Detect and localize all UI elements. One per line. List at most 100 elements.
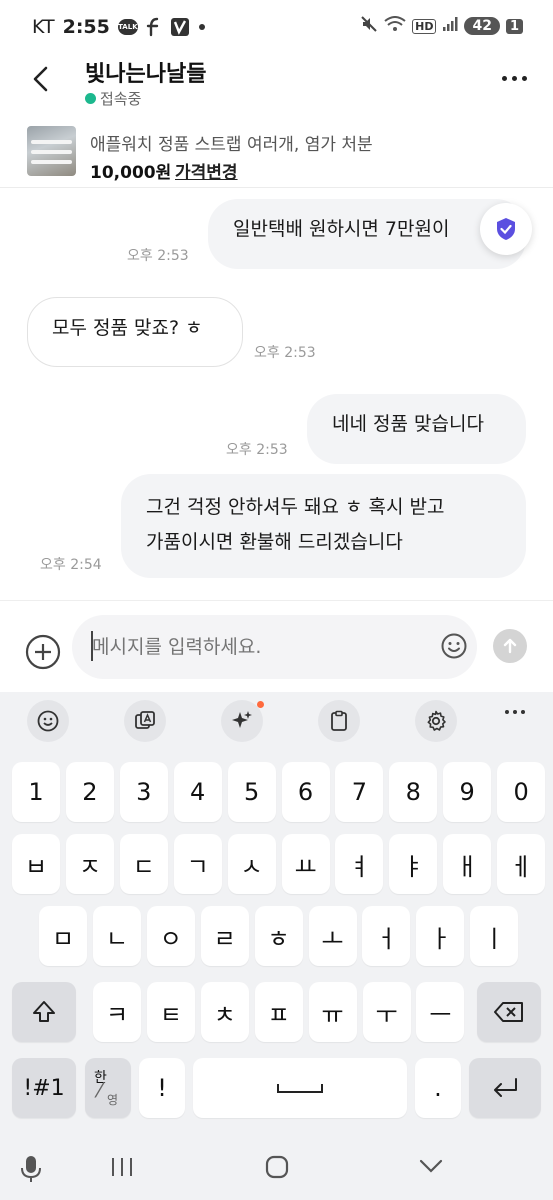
more-options-icon[interactable] [499,68,529,88]
hangul-key[interactable]: ㅡ [416,982,465,1042]
message-composer [0,600,553,692]
shift-key[interactable] [12,982,76,1042]
number-key[interactable]: 9 [443,762,492,822]
clipboard-icon[interactable] [318,700,360,742]
emoji-icon[interactable] [440,632,468,660]
wifi-icon [384,16,406,36]
shield-icon [497,218,515,240]
hangul-key[interactable]: ㄴ [92,906,141,966]
hangul-key[interactable]: ㅇ [146,906,195,966]
number-key[interactable]: 2 [65,762,114,822]
dot-icon [198,17,206,37]
keyboard-more-icon[interactable] [505,710,525,714]
hangul-key[interactable]: ㅎ [254,906,303,966]
battery-indicator: 42 [464,17,500,35]
hangul-key[interactable]: ㅈ [65,834,114,894]
hangul-key[interactable]: ㅊ [200,982,249,1042]
status-bar: KT 2:55 TALK HD 42 1 [0,0,553,56]
symbols-key[interactable]: !#1 [12,1058,76,1118]
enter-key[interactable] [469,1058,541,1118]
carrier-label: KT [32,16,55,38]
soft-keyboard: 1 2 3 4 5 6 7 8 9 0 ㅂㅈㄷㄱㅅㅛㅕㅑㅐㅔㅁㄴㅇㄹㅎㅗㅓㅏㅣㅋㅌㅊㅍㅠㅜㅡ!. !… [0,692,553,1140]
lang-switch-key[interactable]: 한 ⁄ 영 [85,1058,131,1118]
message-bubble-outgoing[interactable]: 그건 걱정 안하셔두 돼요 ㅎ 혹시 받고 가품이시면 환불해 드리겠습니다 [121,474,526,578]
number-key[interactable]: 6 [281,762,330,822]
lang-key-bottom: 영 [107,1093,119,1107]
number-key[interactable]: 4 [173,762,222,822]
message-text-line: 가품이시면 환불해 드리겠습니다 [146,530,403,553]
hangul-key[interactable]: ㅕ [335,834,384,894]
new-feature-dot [257,701,264,708]
hangul-key[interactable]: ㅋ [93,982,141,1042]
send-button[interactable] [493,629,527,663]
hangul-key[interactable]: ㄱ [173,834,222,894]
recent-apps-icon[interactable] [110,1154,134,1184]
number-key[interactable]: 8 [389,762,438,822]
hangul-key[interactable]: ㅍ [254,982,303,1042]
hangul-key[interactable]: ㅁ [39,906,87,966]
safety-shield-button[interactable] [480,203,532,255]
hangul-key[interactable]: ㅏ [416,906,465,966]
number-key[interactable]: 3 [119,762,168,822]
hd-icon: HD [412,18,437,34]
backspace-key[interactable] [477,982,541,1042]
hangul-key[interactable]: ㅓ [362,906,411,966]
settings-gear-icon[interactable] [415,700,457,742]
hangul-key[interactable]: ㅅ [227,834,276,894]
hangul-key[interactable]: ㅔ [497,834,546,894]
hangul-key[interactable]: ㅛ [281,834,330,894]
mute-icon [360,15,378,37]
text-caret [91,631,93,661]
number-key[interactable]: 0 [497,762,546,822]
product-summary[interactable]: 애플워치 정품 스트랩 여러개, 염가 처분 10,000원 가격변경 [0,120,553,188]
product-title: 애플워치 정품 스트랩 여러개, 염가 처분 [90,135,373,155]
product-thumbnail [27,126,76,176]
hangul-key[interactable]: ㅣ [470,906,519,966]
message-time: 오후 2:53 [127,248,189,264]
hangul-key[interactable]: ㅠ [308,982,357,1042]
hangul-key[interactable]: ㄹ [200,906,249,966]
send-arrow-icon [503,638,517,654]
text-translate-icon[interactable] [124,700,166,742]
message-bubble-incoming[interactable]: 모두 정품 맞죠? ㅎ [27,297,243,367]
period-key[interactable]: . [415,1058,461,1118]
hangul-key[interactable]: ㅌ [146,982,195,1042]
clock: 2:55 [62,16,110,38]
home-icon[interactable] [264,1154,290,1184]
message-time: 오후 2:53 [254,345,316,361]
v-notification-icon [170,17,190,37]
slash-glyph: ⁄ [98,1078,102,1102]
add-attachment-icon[interactable] [24,633,62,671]
presence-label: 접속중 [100,90,142,108]
space-key[interactable] [193,1058,407,1118]
number-key[interactable]: 7 [335,762,384,822]
hangul-key[interactable]: ㅐ [443,834,492,894]
message-time: 오후 2:54 [40,557,102,573]
online-dot-icon [85,93,96,104]
hangul-key[interactable]: ㄷ [119,834,168,894]
voice-input-mic-icon[interactable] [20,1154,42,1188]
number-key[interactable]: 1 [12,762,60,822]
notification-count-badge: 1 [505,18,523,34]
keyboard-emoji-icon[interactable] [27,700,69,742]
back-arrow-icon[interactable] [24,62,58,96]
backspace-icon [494,1002,523,1022]
price-change-link[interactable]: 가격변경 [175,158,238,183]
hangul-key[interactable]: ㅂ [12,834,60,894]
message-text: 모두 정품 맞죠? ㅎ [52,317,203,339]
number-key[interactable]: 5 [227,762,276,822]
hangul-key[interactable]: ㅑ [389,834,438,894]
message-bubble-outgoing[interactable]: 일반택배 원하시면 7만원이 [208,199,526,269]
message-time: 오후 2:53 [226,442,288,458]
message-input[interactable] [72,615,477,679]
hide-keyboard-chevron-down-icon[interactable] [418,1158,444,1178]
talk-notification-icon: TALK [117,19,138,35]
exclamation-key[interactable]: ! [139,1058,185,1118]
message-text: 일반택배 원하시면 7만원이 [233,218,450,240]
shift-arrow-icon [33,1001,55,1022]
keyboard-toolbar [0,692,553,748]
message-bubble-outgoing[interactable]: 네네 정품 맞습니다 [307,394,526,464]
hangul-key[interactable]: ㅗ [308,906,357,966]
hangul-key[interactable]: ㅜ [362,982,411,1042]
message-text: 네네 정품 맞습니다 [332,413,484,435]
